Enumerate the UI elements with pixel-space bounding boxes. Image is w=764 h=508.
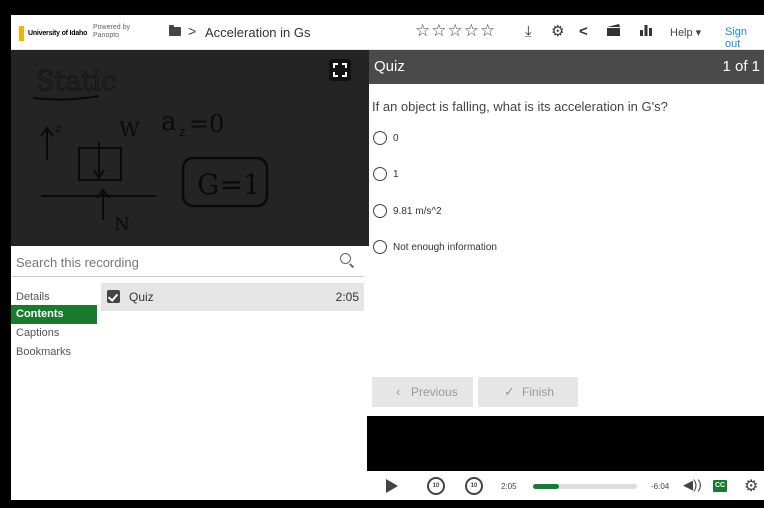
option-label: 9.81 m/s^2	[393, 206, 442, 217]
whiteboard-g1: G=1	[197, 168, 261, 201]
session-title: Acceleration in Gs	[205, 25, 311, 40]
quiz-option[interactable]: Not enough information	[373, 240, 753, 258]
whiteboard-drawing: Static z W a z =0 N G=1	[11, 50, 369, 246]
checkmark-icon: ✓	[504, 384, 515, 399]
university-logo[interactable]: University of Idaho	[19, 25, 87, 41]
player-controls: 10 10 2:05 -6:04 ◀)) CC ⚙	[11, 474, 764, 500]
option-label: 1	[393, 169, 399, 180]
volume-icon[interactable]: ◀))	[683, 477, 702, 493]
panopto-viewer: University of Idaho Powered by Panopto >…	[11, 15, 764, 500]
contents-item-title: Quiz	[129, 290, 154, 304]
previous-button[interactable]: ‹ Previous	[372, 377, 473, 407]
share-icon[interactable]: <	[579, 23, 588, 41]
contents-item-quiz[interactable]: Quiz 2:05	[101, 283, 364, 311]
quiz-question: If an object is falling, what is its acc…	[372, 99, 668, 114]
progress-fill	[533, 484, 559, 489]
whiteboard-z-sub: z	[179, 125, 185, 139]
quiz-option[interactable]: 0	[373, 131, 753, 149]
progress-track[interactable]	[533, 484, 637, 489]
video-player[interactable]: Static z W a z =0 N G=1	[11, 50, 369, 246]
stats-icon[interactable]	[639, 23, 653, 42]
download-icon[interactable]: ⤓	[525, 23, 532, 41]
tab-contents[interactable]: Contents	[11, 305, 97, 324]
radio-button[interactable]	[373, 131, 387, 145]
logo-mark-icon	[19, 25, 24, 41]
whiteboard-n-label: N	[114, 214, 130, 235]
quiz-header: Quiz 1 of 1	[369, 50, 764, 84]
screen-frame: University of Idaho Powered by Panopto >…	[0, 0, 764, 508]
option-label: 0	[393, 133, 399, 144]
powered-by: Powered by Panopto	[93, 24, 130, 40]
previous-label: Previous	[411, 385, 458, 399]
radio-button[interactable]	[373, 240, 387, 254]
sign-out-link[interactable]: Sign out	[725, 26, 764, 50]
search-icon[interactable]	[340, 253, 351, 264]
settings-gear-icon[interactable]: ⚙	[551, 23, 564, 41]
quiz-title: Quiz	[374, 58, 405, 75]
whiteboard-w-label: W	[119, 117, 140, 141]
option-label: Not enough information	[393, 242, 497, 253]
finish-label: Finish	[522, 385, 555, 399]
folder-icon[interactable]	[169, 25, 181, 36]
skip-forward-icon[interactable]: 10	[465, 477, 483, 495]
chevron-left-icon: ‹	[396, 384, 401, 399]
breadcrumb-separator: >	[188, 23, 197, 39]
radio-button[interactable]	[373, 204, 387, 218]
edit-clapper-icon[interactable]	[606, 23, 622, 42]
panopto-name: Panopto	[93, 32, 120, 39]
search-input[interactable]	[16, 251, 326, 273]
cc-icon[interactable]: CC	[713, 480, 727, 492]
remaining-time: -6:04	[651, 482, 670, 491]
tab-captions[interactable]: Captions	[11, 324, 97, 343]
radio-button[interactable]	[373, 167, 387, 181]
whiteboard-static-text: Static	[36, 66, 116, 97]
search-bar	[11, 247, 364, 277]
finish-button[interactable]: ✓ Finish	[478, 377, 578, 407]
whiteboard-a-label: a	[161, 107, 177, 137]
quiz-option[interactable]: 1	[373, 167, 753, 185]
gear-icon[interactable]: ⚙	[744, 476, 758, 496]
help-menu[interactable]: Help ▾	[670, 26, 701, 39]
rating-stars[interactable]: ☆☆☆☆☆	[415, 21, 496, 41]
top-bar: University of Idaho Powered by Panopto >…	[11, 15, 764, 50]
logo-text: University of Idaho	[28, 29, 88, 37]
fullscreen-icon[interactable]	[329, 59, 351, 81]
whiteboard-eq: =0	[189, 110, 224, 138]
current-time: 2:05	[501, 482, 517, 491]
play-icon[interactable]	[386, 479, 398, 493]
quiz-counter: 1 of 1	[722, 58, 760, 75]
powered-by-line: Powered by	[93, 24, 130, 31]
whiteboard-z-label: z	[55, 122, 61, 135]
tab-bookmarks[interactable]: Bookmarks	[11, 343, 97, 362]
quiz-check-icon	[107, 290, 120, 303]
skip-back-icon[interactable]: 10	[427, 477, 445, 495]
quiz-option[interactable]: 9.81 m/s^2	[373, 204, 753, 222]
contents-item-time: 2:05	[335, 290, 359, 304]
video-preview[interactable]	[367, 416, 764, 471]
